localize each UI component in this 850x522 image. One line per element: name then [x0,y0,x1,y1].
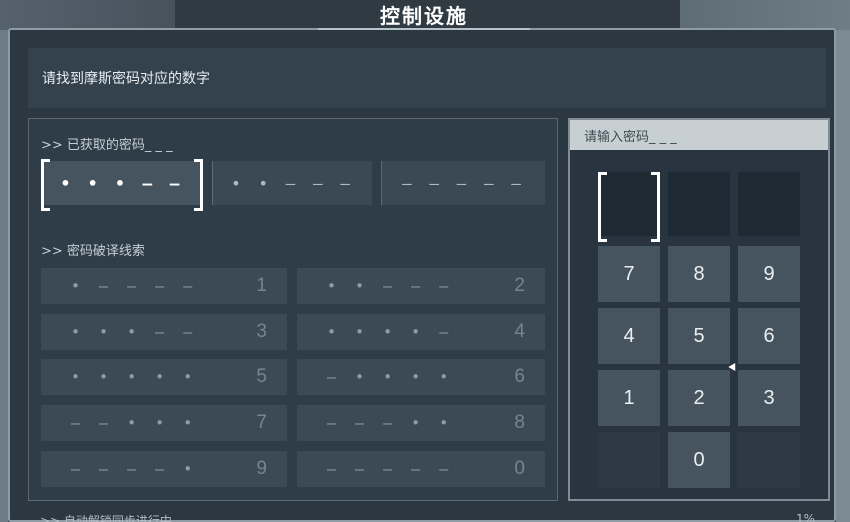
password-placeholder: 请输入密码_ _ _ [584,129,677,145]
obtained-code-slot-2: • • – – – [212,161,372,205]
clue-morse: – – – – – [327,460,454,478]
key-2-button[interactable]: 2 [668,370,730,426]
key-blank-left [598,432,660,488]
panel-title-bar: 控制设施 [318,0,530,30]
clue-item: • • – – – 2 [297,268,545,304]
obtained-password-label: >> 已获取的密码_ _ _ [41,138,173,153]
clue-morse: – – • • • [71,414,198,432]
background-scenery-left [0,0,175,30]
clue-digit: 9 [256,458,267,479]
input-digit-slot-3 [738,172,800,236]
clue-morse: • • – – – [327,277,454,295]
clue-digit: 3 [256,321,267,342]
clue-item: • • • – – 3 [41,314,287,350]
clue-digit: 6 [514,366,525,387]
key-6-button[interactable]: 6 [738,308,800,364]
clue-morse: – – – • • [327,414,454,432]
clue-morse: • • • • • [71,368,198,386]
instruction-text: 请找到摩斯密码对应的数字 [42,71,210,87]
key-1-button[interactable]: 1 [598,370,660,426]
clue-item: • – – – – 1 [41,268,287,304]
clue-morse: • • • – – [71,323,198,341]
key-0-button[interactable]: 0 [668,432,730,488]
clue-item: • • • • • 5 [41,359,287,395]
background-edge-left [0,30,8,522]
clue-item: • • • • – 4 [297,314,545,350]
control-panel: 请找到摩斯密码对应的数字 >> 已获取的密码_ _ _ • • • – – • … [8,28,836,522]
clue-digit: 2 [514,275,525,296]
clue-digit: 0 [514,458,525,479]
key-7-button[interactable]: 7 [598,246,660,302]
password-info-box: >> 已获取的密码_ _ _ • • • – – • • – – – – – –… [28,118,558,501]
clue-morse: – – – – • [71,460,198,478]
clue-item: – – – • • 8 [297,405,545,441]
clue-morse: • • • • – [327,323,454,341]
instruction-bar: 请找到摩斯密码对应的数字 [28,48,826,108]
password-input[interactable]: 请输入密码_ _ _ [570,120,828,150]
status-text: >> 自动解锁同步进行中 [40,514,172,522]
clue-item: – • • • • 6 [297,359,545,395]
clue-morse: • – – – – [71,277,198,295]
background-edge-right [836,30,850,522]
key-4-button[interactable]: 4 [598,308,660,364]
clue-morse: – • • • • [327,368,454,386]
clue-digit: 4 [514,321,525,342]
clue-digit: 1 [256,275,267,296]
obtained-code-slot-1: • • • – – [41,159,203,211]
clue-item: – – – – – 0 [297,451,545,487]
clue-item: – – – – • 9 [41,451,287,487]
background-scenery-right [680,0,850,30]
clue-section-label: >> 密码破译线索 [41,244,145,259]
status-percent: 1% [796,512,816,522]
clue-digit: 5 [256,366,267,387]
key-9-button[interactable]: 9 [738,246,800,302]
clue-item: – – • • • 7 [41,405,287,441]
input-digit-slot-2 [668,172,730,236]
clue-digit: 8 [514,412,525,433]
keypad-panel: 请输入密码_ _ _ 7 8 9 4 5 6 1 2 3 0 [568,118,830,501]
obtained-code-slot-3: – – – – – [381,161,545,205]
key-8-button[interactable]: 8 [668,246,730,302]
key-5-button[interactable]: 5 [668,308,730,364]
input-digit-slot-1 [598,172,660,242]
key-3-button[interactable]: 3 [738,370,800,426]
panel-title: 控制设施 [380,3,468,28]
clue-digit: 7 [256,412,267,433]
key-blank-right [738,432,800,488]
